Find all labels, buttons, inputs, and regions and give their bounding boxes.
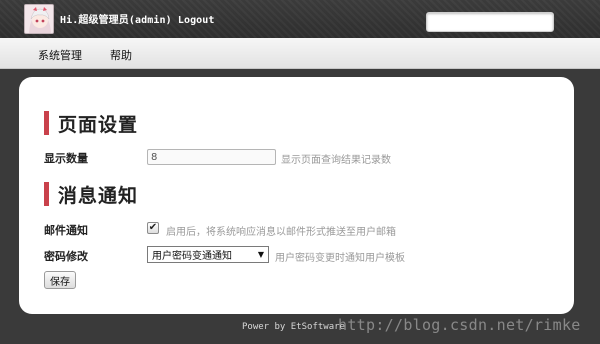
section-title-page-settings: 页面设置 [44,111,139,136]
password-change-template-select[interactable]: 用户密码变通通知 ▼ [147,246,269,263]
main-menu: 系统管理 帮助 [0,38,600,69]
email-notification-label: 邮件通知 [44,224,88,237]
greeting-text: Hi.超级管理员(admin) Logout [60,15,215,26]
save-button[interactable]: 保存 [44,271,76,289]
password-change-label: 密码修改 [44,250,88,263]
anime-avatar-icon [25,5,53,33]
top-header: Hi.超级管理员(admin) Logout [0,0,600,38]
display-count-hint: 显示页面查询结果记录数 [281,155,391,166]
dropdown-arrow-icon: ▼ [257,250,264,259]
settings-panel: 页面设置 显示数量 显示页面查询结果记录数 消息通知 邮件通知 ✔ 启用后，将系… [19,77,574,314]
section-title-text: 页面设置 [58,113,139,136]
menu-item-help[interactable]: 帮助 [110,47,132,63]
section-title-text: 消息通知 [58,184,139,207]
section-accent-bar [44,111,49,135]
select-value: 用户密码变通通知 [152,251,232,262]
checkmark-icon: ✔ [148,222,158,233]
menu-item-system-management[interactable]: 系统管理 [38,47,82,63]
watermark-text: http://blog.csdn.net/rimke [338,316,581,334]
section-title-notifications: 消息通知 [44,182,139,207]
search-input[interactable] [426,12,554,32]
display-count-label: 显示数量 [44,152,88,165]
email-notification-checkbox[interactable]: ✔ [147,222,159,234]
footer-powered-by: Power by EtSoftware [242,322,345,332]
display-count-input[interactable] [147,149,276,165]
avatar[interactable] [24,4,54,34]
password-change-hint: 用户密码变更时通知用户模板 [275,253,405,264]
section-accent-bar [44,182,49,206]
email-notification-hint: 启用后，将系统响应消息以邮件形式推送至用户邮箱 [166,227,396,238]
